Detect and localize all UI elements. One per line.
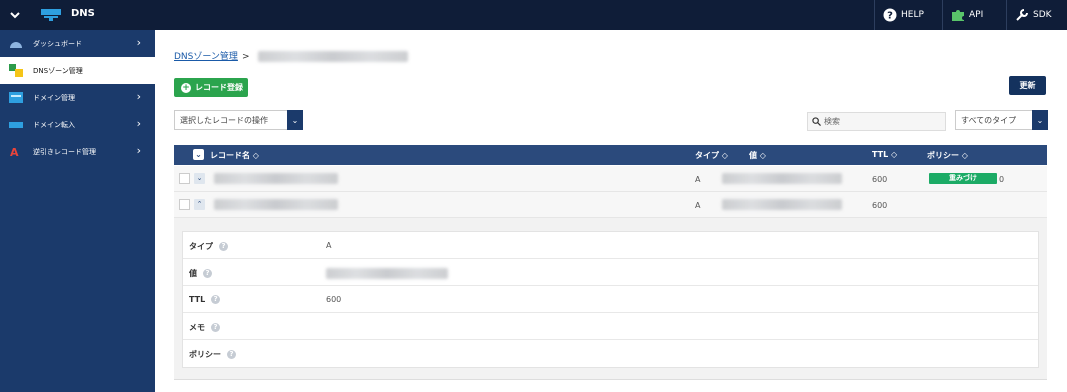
sidebar-item-label: ダッシュボード (33, 40, 82, 48)
domain-icon (9, 92, 23, 103)
breadcrumb-link-dns-zone[interactable]: DNSゾーン管理 (174, 52, 238, 62)
row-ttl: 600 (872, 201, 888, 210)
redacted-record-value (722, 199, 842, 210)
sidebar-item-domain-transfer[interactable]: ドメイン転入 › (0, 111, 155, 138)
row-checkbox[interactable] (179, 199, 190, 210)
help-icon: ? (211, 295, 221, 304)
type-filter-select[interactable]: すべてのタイプ ⌄ (955, 110, 1048, 130)
dns-logo-icon (41, 9, 61, 21)
dashboard-icon (10, 42, 22, 48)
row-type: A (695, 175, 701, 184)
chevron-down-icon: ⌄ (287, 110, 303, 130)
sidebar-item-reverse-record[interactable]: A 逆引きレコード管理 › (0, 138, 155, 165)
sidebar-item-label: ドメイン転入 (33, 121, 75, 129)
sidebar-item-dns-zone[interactable]: DNSゾーン管理 (0, 57, 155, 84)
sdk-link[interactable]: SDK (1006, 0, 1060, 30)
app-title: DNS (71, 8, 95, 19)
detail-value: A (326, 241, 332, 250)
table-header: ⌄ レコード名 ◇ タイプ ◇ 値 ◇ TTL ◇ ポリシー ◇ (174, 145, 1047, 165)
detail-value: 600 (326, 295, 342, 304)
col-policy[interactable]: ポリシー ◇ (927, 150, 968, 161)
help-icon: ? (227, 350, 236, 359)
row-policy-value: 0 (999, 175, 1005, 184)
plus-icon: + (181, 82, 191, 93)
puzzle-icon (952, 10, 964, 21)
row-type: A (695, 201, 701, 210)
chevron-right-icon: › (136, 90, 141, 103)
reverse-record-icon: A (10, 146, 19, 158)
collapse-toggle-button[interactable]: ⌃ (194, 199, 205, 210)
detail-row-value: 値? (183, 259, 1038, 286)
chevron-right-icon: › (136, 36, 141, 49)
chevron-right-icon: › (136, 144, 141, 157)
breadcrumb-separator: > (241, 52, 250, 62)
detail-key: TTL (189, 295, 206, 304)
type-filter-label: すべてのタイプ (961, 116, 1017, 125)
sidebar-item-label: 逆引きレコード管理 (33, 148, 96, 156)
redacted-detail-value (326, 268, 448, 279)
svg-text:A: A (10, 146, 19, 158)
domain-transfer-icon (9, 122, 23, 128)
add-record-button[interactable]: + レコード登録 (174, 78, 248, 97)
detail-key: タイプ (189, 242, 213, 251)
api-link[interactable]: API (942, 0, 991, 30)
redacted-record-name (214, 199, 338, 210)
col-type[interactable]: タイプ ◇ (695, 150, 728, 161)
dns-zone-icon (9, 64, 23, 77)
top-bar: DNS ? HELP API SDK (0, 0, 1067, 30)
detail-row-ttl: TTL? 600 (183, 286, 1038, 313)
help-icon: ? (211, 323, 220, 332)
menu-toggle-button[interactable] (0, 0, 30, 30)
refresh-button[interactable]: 更新 (1009, 76, 1046, 95)
help-icon: ? (203, 269, 212, 278)
record-detail-panel: タイプ? A 値? TTL? 600 メモ? ポリシー? (174, 218, 1047, 380)
col-value[interactable]: 値 ◇ (749, 150, 766, 161)
redacted-record-name (214, 173, 338, 184)
detail-key: メモ (189, 323, 205, 332)
row-checkbox[interactable] (179, 173, 190, 184)
search-icon (812, 117, 821, 126)
record-detail-table: タイプ? A 値? TTL? 600 メモ? ポリシー? (182, 231, 1039, 368)
expand-toggle-button[interactable]: ⌄ (194, 173, 205, 184)
redacted-record-value (722, 173, 842, 184)
bulk-action-label: 選択したレコードの操作 (180, 116, 268, 125)
sdk-label: SDK (1033, 10, 1052, 20)
help-icon: ? (883, 8, 897, 22)
api-label: API (969, 10, 984, 20)
breadcrumb: DNSゾーン管理 > (174, 49, 409, 62)
row-ttl: 600 (872, 175, 888, 184)
detail-key: ポリシー (189, 350, 221, 359)
redacted-zone-name (258, 51, 409, 62)
detail-row-policy: ポリシー? (183, 340, 1038, 367)
add-record-label: レコード登録 (195, 83, 243, 92)
detail-key: 値 (189, 269, 197, 278)
chevron-down-icon (10, 12, 20, 19)
table-row[interactable]: ⌃ A 600 (174, 192, 1047, 218)
bulk-action-select[interactable]: 選択したレコードの操作 ⌄ (174, 110, 303, 130)
help-link[interactable]: ? HELP (874, 0, 932, 30)
col-record-name[interactable]: レコード名 ◇ (210, 150, 259, 161)
help-label: HELP (901, 10, 924, 20)
select-all-checkbox[interactable]: ⌄ (193, 149, 204, 160)
wrench-icon (1016, 9, 1028, 21)
sidebar-item-label: ドメイン管理 (33, 94, 75, 102)
search-input[interactable]: 検索 (807, 112, 946, 131)
sidebar-item-label: DNSゾーン管理 (33, 67, 83, 75)
table-row[interactable]: ⌄ A 600 重みづけ 0 (174, 166, 1047, 192)
search-placeholder: 検索 (824, 117, 840, 126)
policy-badge: 重みづけ (929, 173, 997, 184)
svg-text:?: ? (887, 11, 893, 22)
detail-row-memo: メモ? (183, 313, 1038, 340)
detail-value (326, 268, 448, 281)
sidebar-item-domain[interactable]: ドメイン管理 › (0, 84, 155, 111)
col-ttl[interactable]: TTL ◇ (872, 150, 897, 159)
detail-row-type: タイプ? A (183, 232, 1038, 259)
sidebar-item-dashboard[interactable]: ダッシュボード › (0, 30, 155, 57)
help-icon: ? (219, 242, 228, 251)
chevron-down-icon: ⌄ (1032, 110, 1048, 130)
sidebar: ダッシュボード › DNSゾーン管理 ドメイン管理 › ドメイン転入 › A 逆… (0, 30, 155, 392)
chevron-right-icon: › (136, 117, 141, 130)
